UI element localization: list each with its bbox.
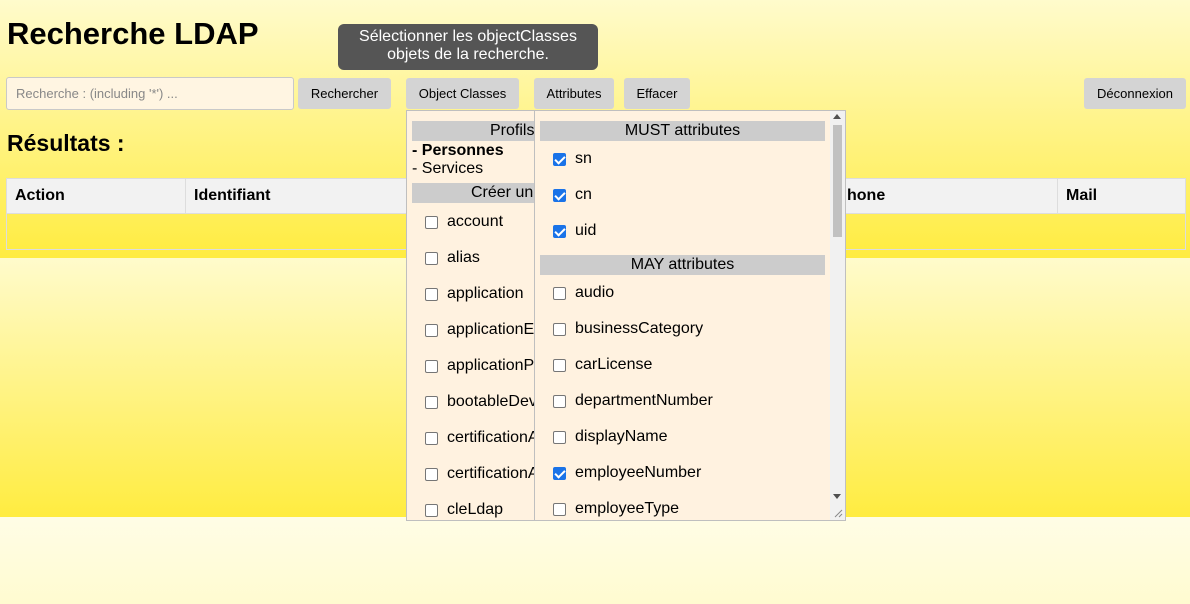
attribute-option[interactable]: uid: [553, 221, 596, 241]
objectclass-checkbox[interactable]: [425, 215, 438, 229]
objectclass-label: bootableDev: [447, 393, 537, 410]
objectclass-checkbox[interactable]: [425, 359, 438, 373]
attribute-label: sn: [575, 150, 592, 167]
attribute-option[interactable]: audio: [553, 283, 614, 303]
objectclass-option[interactable]: certificationA: [425, 464, 539, 484]
scrollbar-thumb[interactable]: [833, 125, 842, 237]
attribute-option[interactable]: displayName: [553, 427, 667, 447]
profile-services[interactable]: - Services: [412, 160, 483, 178]
object-classes-button[interactable]: Object Classes: [406, 78, 519, 109]
objectclass-label: applicationPr: [447, 357, 540, 374]
attribute-checkbox[interactable]: [553, 430, 566, 444]
attribute-label: cn: [575, 186, 592, 203]
objectclass-label: certificationA: [447, 429, 539, 446]
profile-personnes[interactable]: - Personnes: [412, 142, 504, 160]
objectclass-option[interactable]: applicationEr: [425, 320, 540, 340]
attribute-label: uid: [575, 222, 597, 239]
attribute-checkbox[interactable]: [553, 188, 566, 202]
column-header-action[interactable]: Action: [7, 179, 186, 213]
attribute-label: displayName: [575, 428, 668, 445]
attribute-label: departmentNumber: [575, 392, 713, 409]
objectclass-checkbox[interactable]: [425, 395, 438, 409]
attribute-option[interactable]: employeeType: [553, 499, 679, 519]
attribute-checkbox[interactable]: [553, 502, 566, 516]
must-attributes-header: MUST attributes: [540, 121, 825, 141]
tooltip-line-2: objets de la recherche.: [387, 46, 549, 63]
background-band-bottom: [0, 517, 1190, 604]
attribute-option[interactable]: sn: [553, 149, 592, 169]
column-header-telephone[interactable]: hone: [839, 179, 1058, 213]
profiles-header: Profils: [412, 121, 545, 141]
objectclass-option[interactable]: certificationA: [425, 428, 539, 448]
attributes-scrollbar[interactable]: [830, 111, 845, 520]
objectclass-label: application: [447, 285, 524, 302]
objectclass-label: account: [447, 213, 504, 230]
page-title: Recherche LDAP: [7, 16, 259, 51]
attribute-option[interactable]: businessCategory: [553, 319, 703, 339]
object-classes-tooltip: Sélectionner les objectClasses objets de…: [338, 24, 598, 70]
objectclass-option[interactable]: cleLdap: [425, 500, 503, 520]
results-heading: Résultats :: [7, 130, 125, 156]
objectclass-label: cleLdap: [447, 501, 504, 518]
may-attributes-header: MAY attributes: [540, 255, 825, 275]
resize-grip-icon[interactable]: [833, 508, 843, 518]
attribute-checkbox[interactable]: [553, 466, 566, 480]
objectclass-option[interactable]: application: [425, 284, 524, 304]
attribute-label: employeeType: [575, 500, 680, 517]
objectclass-checkbox[interactable]: [425, 287, 438, 301]
clear-button[interactable]: Effacer: [624, 78, 690, 109]
attributes-button[interactable]: Attributes: [534, 78, 614, 109]
scroll-down-arrow-icon[interactable]: [833, 494, 841, 499]
objectclass-checkbox[interactable]: [425, 467, 438, 481]
objectclass-option[interactable]: applicationPr: [425, 356, 540, 376]
objectclass-option[interactable]: bootableDev: [425, 392, 537, 412]
attribute-checkbox[interactable]: [553, 394, 566, 408]
objectclass-checkbox[interactable]: [425, 323, 438, 337]
objectclass-checkbox[interactable]: [425, 251, 438, 265]
attributes-panel[interactable]: MUST attributes sn cn uid MAY attributes…: [534, 110, 846, 521]
search-input[interactable]: [6, 77, 294, 110]
attribute-checkbox[interactable]: [553, 286, 566, 300]
scroll-up-arrow-icon[interactable]: [833, 114, 841, 119]
attribute-option[interactable]: cn: [553, 185, 592, 205]
create-header: Créer un: [412, 183, 545, 203]
objectclass-checkbox[interactable]: [425, 431, 438, 445]
attribute-option[interactable]: employeeNumber: [553, 463, 701, 483]
objectclass-label: applicationEr: [447, 321, 540, 338]
attribute-option[interactable]: departmentNumber: [553, 391, 713, 411]
attribute-checkbox[interactable]: [553, 322, 566, 336]
objectclass-label: alias: [447, 249, 480, 266]
objectclass-option[interactable]: account: [425, 212, 503, 232]
attribute-label: audio: [575, 284, 615, 301]
column-header-mail[interactable]: Mail: [1058, 179, 1185, 213]
attribute-checkbox[interactable]: [553, 358, 566, 372]
attribute-option[interactable]: carLicense: [553, 355, 652, 375]
attribute-checkbox[interactable]: [553, 224, 566, 238]
attribute-checkbox[interactable]: [553, 152, 566, 166]
tooltip-line-1: Sélectionner les objectClasses: [359, 28, 577, 45]
attribute-label: businessCategory: [575, 320, 704, 337]
attribute-label: carLicense: [575, 356, 653, 373]
column-header-identifiant[interactable]: Identifiant: [186, 179, 408, 213]
search-button[interactable]: Rechercher: [298, 78, 391, 109]
objectclass-checkbox[interactable]: [425, 503, 438, 517]
objectclass-option[interactable]: alias: [425, 248, 480, 268]
attribute-label: employeeNumber: [575, 464, 702, 481]
object-classes-panel[interactable]: Profils - Personnes - Services Créer un …: [406, 110, 546, 521]
objectclass-label: certificationA: [447, 465, 539, 482]
logout-button[interactable]: Déconnexion: [1084, 78, 1186, 109]
